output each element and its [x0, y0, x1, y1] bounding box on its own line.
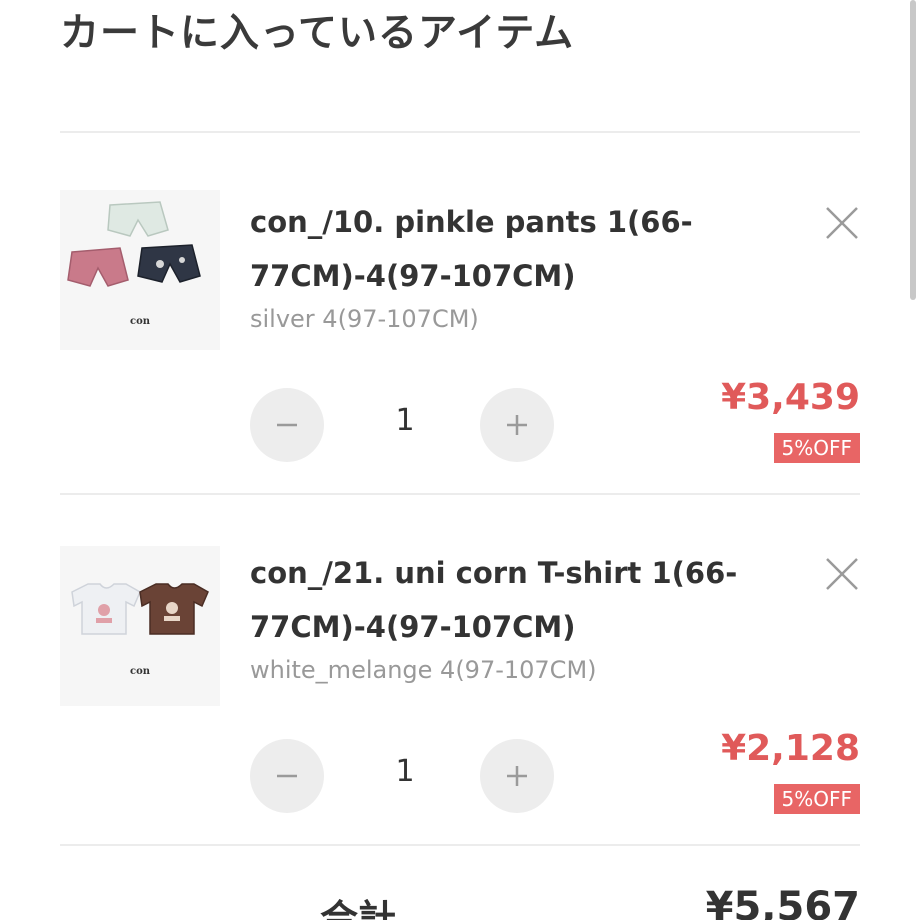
brand-logo-text: con	[130, 666, 151, 677]
item-name[interactable]: con_/21. uni corn T-shirt 1(66-77CM)-4(9…	[250, 546, 740, 654]
brand-logo-text: con	[130, 316, 151, 327]
increase-quantity-button[interactable]	[480, 739, 554, 813]
quantity-value: 1	[395, 754, 415, 789]
total-value: ¥5,567	[705, 884, 860, 920]
close-icon[interactable]	[824, 205, 860, 241]
divider	[60, 844, 860, 846]
divider	[60, 493, 860, 495]
item-price: ¥3,439	[721, 377, 860, 418]
increase-quantity-button[interactable]	[480, 388, 554, 462]
item-price: ¥2,128	[721, 728, 860, 769]
cart-item: con con_/21. uni corn T-shirt 1(66-77CM)…	[60, 496, 860, 846]
plus-icon	[507, 415, 527, 435]
divider	[60, 131, 860, 133]
decrease-quantity-button[interactable]	[250, 388, 324, 462]
cart-page: カートに入っているアイテム con con_/10. pinkle pants …	[0, 0, 920, 920]
item-name[interactable]: con_/10. pinkle pants 1(66-77CM)-4(97-10…	[250, 195, 740, 303]
item-variant: silver 4(97-107CM)	[250, 305, 479, 333]
minus-icon	[277, 774, 297, 778]
total-label: 合計	[320, 897, 397, 920]
product-image-pants[interactable]: con	[60, 190, 220, 350]
item-variant: white_melange 4(97-107CM)	[250, 656, 597, 684]
cart-item: con con_/10. pinkle pants 1(66-77CM)-4(9…	[60, 145, 860, 495]
minus-icon	[277, 423, 297, 427]
product-image-tshirt[interactable]: con	[60, 546, 220, 706]
page-title: カートに入っているアイテム	[60, 11, 575, 56]
discount-badge: 5%OFF	[773, 784, 860, 814]
quantity-value: 1	[395, 403, 415, 438]
discount-badge: 5%OFF	[773, 433, 860, 463]
decrease-quantity-button[interactable]	[250, 739, 324, 813]
close-icon[interactable]	[824, 556, 860, 592]
plus-icon	[507, 766, 527, 786]
scrollbar[interactable]	[910, 0, 916, 300]
